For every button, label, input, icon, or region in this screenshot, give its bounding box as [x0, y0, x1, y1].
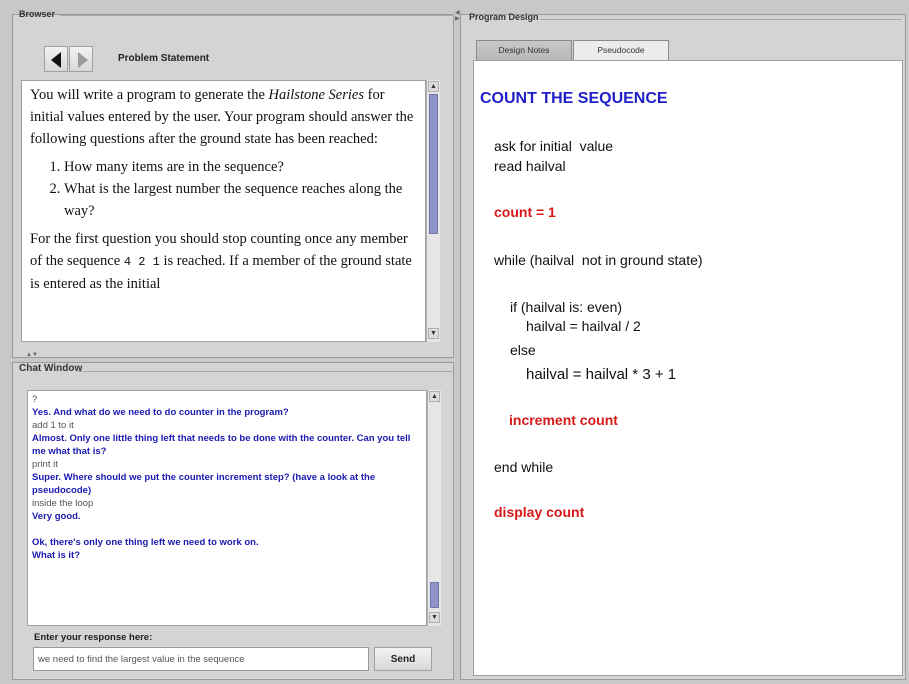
scroll-down-arrow-icon[interactable]: ▼	[428, 328, 439, 339]
chat-message-tutor: What is it?	[32, 550, 81, 561]
response-input[interactable]	[33, 647, 369, 671]
chat-message-tutor: Ok, there's only one thing left we need …	[32, 537, 259, 548]
tab-pseudocode-label: Pseudocode	[597, 45, 645, 55]
chat-scrollbar[interactable]: ▲ ▼	[427, 390, 441, 626]
tab-design-notes[interactable]: Design Notes	[476, 40, 572, 60]
chat-message-tutor: Yes. And what do we need to do counter i…	[32, 407, 289, 418]
pseudocode-line-highlight: increment count	[509, 412, 618, 428]
sequence-term: 4 2 1	[123, 255, 160, 269]
chat-message-tutor: Very good.	[32, 511, 81, 522]
chat-message-student: ?	[32, 394, 38, 405]
pseudocode-line: end while	[494, 459, 554, 475]
tab-problem-statement[interactable]: Problem Statement	[118, 53, 209, 64]
chat-message-student: add 1 to it	[32, 420, 74, 431]
scroll-thumb[interactable]	[429, 94, 438, 234]
chat-message-student: inside the loop	[32, 498, 94, 509]
pseudocode-line: while (hailval not in ground state)	[494, 252, 703, 268]
scroll-down-arrow-icon[interactable]: ▼	[429, 612, 440, 623]
send-button-label: Send	[390, 654, 416, 665]
pseudocode-heading: COUNT THE SEQUENCE	[480, 90, 668, 107]
chat-message-tutor: Almost. Only one little thing left that …	[32, 433, 411, 457]
pseudocode-line: read hailval	[494, 158, 566, 174]
chat-message-tutor: Super. Where should we put the counter i…	[32, 472, 376, 496]
question-item: How many items are in the sequence?	[64, 156, 417, 178]
browser-toolbar: Problem Statement	[24, 42, 426, 74]
arrow-right-icon	[78, 52, 88, 68]
pseudocode-line: if (hailval is: even)	[510, 299, 623, 315]
scroll-up-arrow-icon[interactable]: ▲	[428, 81, 439, 92]
back-button[interactable]	[44, 46, 68, 72]
pseudocode-line-highlight: count = 1	[494, 204, 556, 220]
pseudocode-line: hailval = hailval / 2	[526, 318, 641, 334]
pseudocode-line-highlight: display count	[494, 504, 585, 520]
splitter-handle-icon[interactable]: ▲▼	[26, 352, 38, 358]
problem-statement-text: You will write a program to generate the…	[21, 80, 426, 342]
arrow-left-icon	[51, 52, 61, 68]
tab-design-notes-label: Design Notes	[498, 45, 550, 55]
pseudocode-line: else	[510, 342, 536, 358]
chat-spacer	[32, 523, 422, 536]
scroll-up-arrow-icon[interactable]: ▲	[429, 391, 440, 402]
response-label: Enter your response here:	[34, 632, 153, 643]
question-list: How many items are in the sequence? What…	[30, 156, 417, 222]
forward-button[interactable]	[69, 46, 93, 72]
pseudocode-line: hailval = hailval * 3 + 1	[526, 366, 677, 383]
browser-panel-title: Browser	[19, 9, 56, 19]
intro-text: You will write a program to generate the	[30, 87, 269, 103]
problem-intro: You will write a program to generate the…	[30, 84, 417, 150]
chat-message-student: print it	[32, 459, 58, 470]
scroll-thumb[interactable]	[430, 582, 439, 608]
splitter-handle-icon[interactable]: ◀ ▶	[455, 10, 460, 22]
question-item: What is the largest number the sequence …	[64, 178, 417, 222]
design-title-line	[540, 19, 902, 20]
pseudocode-line: ask for initial value	[494, 138, 614, 154]
chat-panel-title: Chat Window	[19, 363, 83, 374]
tab-pseudocode[interactable]: Pseudocode	[573, 40, 669, 61]
chat-title-line	[78, 371, 452, 372]
program-design-title: Program Design	[469, 12, 539, 22]
chat-log: ? Yes. And what do we need to do counter…	[27, 390, 427, 626]
problem-scrollbar[interactable]: ▲ ▼	[426, 80, 440, 342]
browser-title-line	[60, 15, 452, 16]
send-button[interactable]: Send	[374, 647, 432, 671]
problem-paragraph-2: For the first question you should stop c…	[30, 228, 417, 295]
hailstone-series-term: Hailstone Series	[268, 87, 364, 103]
